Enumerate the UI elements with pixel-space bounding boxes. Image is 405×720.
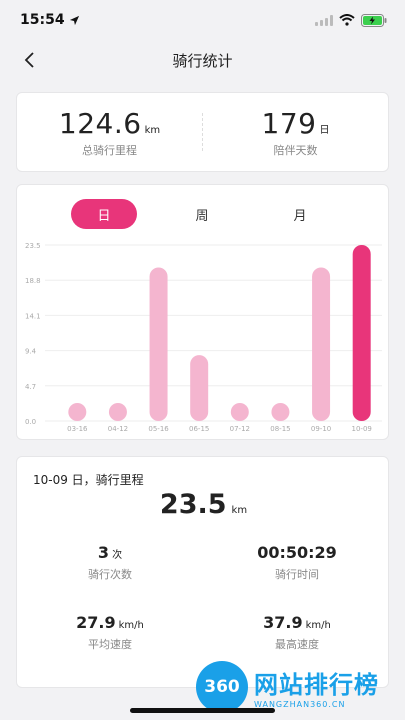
x-tick-label: 08-15 — [270, 425, 290, 433]
chart-bar[interactable] — [68, 403, 87, 421]
y-tick-label: 4.7 — [25, 383, 36, 391]
stat-rides-row: 3 次 — [98, 543, 122, 562]
y-tick-label: 0.0 — [25, 418, 36, 426]
stat-time-row: 00:50:29 — [257, 543, 337, 562]
detail-card: 10-09 日，骑行里程 23.5 km 3 次 骑行次数 00:50:29 骑… — [16, 456, 389, 688]
companion-days-unit: 日 — [319, 124, 330, 136]
battery-charging-icon — [361, 13, 387, 27]
chart-bar[interactable] — [271, 403, 290, 421]
stat-avg-speed: 27.9 km/h 平均速度 — [17, 613, 203, 652]
rides-value: 3 — [97, 543, 110, 562]
distance-bar-chart: 0.0 4.7 9.4 14.1 18.8 23.5 03-16 04-12 05-16 06-1… — [25, 242, 382, 433]
avg-speed-label: 平均速度 — [88, 638, 132, 651]
watermark-logo: 360 — [196, 661, 248, 713]
home-indicator — [130, 708, 275, 713]
nav-bar: 骑行统计 — [0, 40, 405, 80]
x-tick-label: 10-09 — [352, 425, 372, 433]
chart-bar[interactable] — [230, 403, 249, 421]
watermark-title: 网站排行榜 — [254, 671, 379, 699]
companion-days: 179 日 陪伴天数 — [203, 107, 388, 158]
status-indicators — [315, 13, 387, 27]
total-distance-unit: km — [144, 124, 161, 136]
rides-unit: 次 — [112, 550, 123, 561]
tab-month[interactable]: 月 — [267, 199, 333, 229]
stat-max-row: 37.9 km/h — [263, 613, 331, 632]
y-tick-label: 18.8 — [25, 277, 41, 285]
stat-avg-row: 27.9 km/h — [76, 613, 144, 632]
x-tick-label: 03-16 — [67, 425, 88, 433]
signal-icon — [315, 14, 333, 26]
chart-card: 日 周 月 0.0 4.7 9.4 14.1 18.8 23.5 03-16 04-12 05-… — [16, 184, 389, 440]
max-speed-label: 最高速度 — [275, 638, 319, 651]
location-arrow-icon — [69, 15, 79, 25]
max-speed-value: 37.9 — [263, 613, 303, 632]
wifi-icon — [339, 14, 355, 26]
x-tick-label: 05-16 — [148, 425, 169, 433]
page-title: 骑行统计 — [172, 51, 233, 70]
tab-week[interactable]: 周 — [169, 199, 235, 229]
y-tick-label: 23.5 — [25, 242, 41, 250]
x-tick-label: 07-12 — [230, 425, 250, 433]
companion-days-label: 陪伴天数 — [273, 143, 318, 157]
total-distance-value: 124.6 — [58, 106, 142, 140]
x-tick-label: 04-12 — [108, 425, 128, 433]
stat-time: 00:50:29 骑行时间 — [204, 543, 390, 582]
x-tick-label: 09-10 — [311, 425, 331, 433]
avg-speed-value: 27.9 — [76, 613, 116, 632]
chart-bar[interactable] — [352, 245, 371, 421]
detail-distance-value: 23.5 — [159, 489, 227, 520]
y-tick-label: 14.1 — [25, 312, 41, 320]
chart-bar[interactable] — [190, 355, 209, 421]
total-distance: 124.6 km 总骑行里程 — [17, 107, 202, 158]
watermark: 360 网站排行榜 WANGZHAN360.CN — [196, 660, 400, 714]
time-label: 骑行时间 — [275, 568, 319, 581]
companion-days-value-row: 179 日 — [262, 107, 330, 140]
x-tick-label: 06-15 — [189, 425, 209, 433]
stat-max-speed: 37.9 km/h 最高速度 — [204, 613, 390, 652]
detail-heading: 10-09 日，骑行里程 — [33, 473, 144, 487]
time-value: 00:50:29 — [257, 543, 337, 562]
tab-day[interactable]: 日 — [71, 199, 137, 229]
avg-speed-unit: km/h — [118, 620, 144, 631]
detail-distance-unit: km — [231, 505, 248, 516]
companion-days-value: 179 — [261, 106, 317, 140]
chart-bar[interactable] — [108, 403, 127, 421]
detail-distance: 23.5 km — [17, 489, 390, 520]
y-tick-label: 9.4 — [25, 348, 37, 356]
status-time: 15:54 — [20, 12, 80, 28]
summary-card: 124.6 km 总骑行里程 179 日 陪伴天数 — [16, 92, 389, 172]
stat-rides: 3 次 骑行次数 — [17, 543, 203, 582]
max-speed-unit: km/h — [305, 620, 331, 631]
rides-label: 骑行次数 — [88, 568, 132, 581]
chevron-left-icon — [24, 52, 34, 68]
watermark-text: 网站排行榜 WANGZHAN360.CN — [254, 665, 379, 709]
chart-bar[interactable] — [149, 267, 168, 421]
total-distance-value-row: 124.6 km — [59, 107, 160, 140]
status-bar: 15:54 — [0, 0, 405, 40]
status-time-text: 15:54 — [20, 12, 65, 28]
period-tabs: 日 周 月 — [55, 199, 355, 229]
chart-bar[interactable] — [312, 267, 331, 421]
total-distance-label: 总骑行里程 — [82, 143, 137, 157]
back-button[interactable] — [18, 48, 42, 72]
